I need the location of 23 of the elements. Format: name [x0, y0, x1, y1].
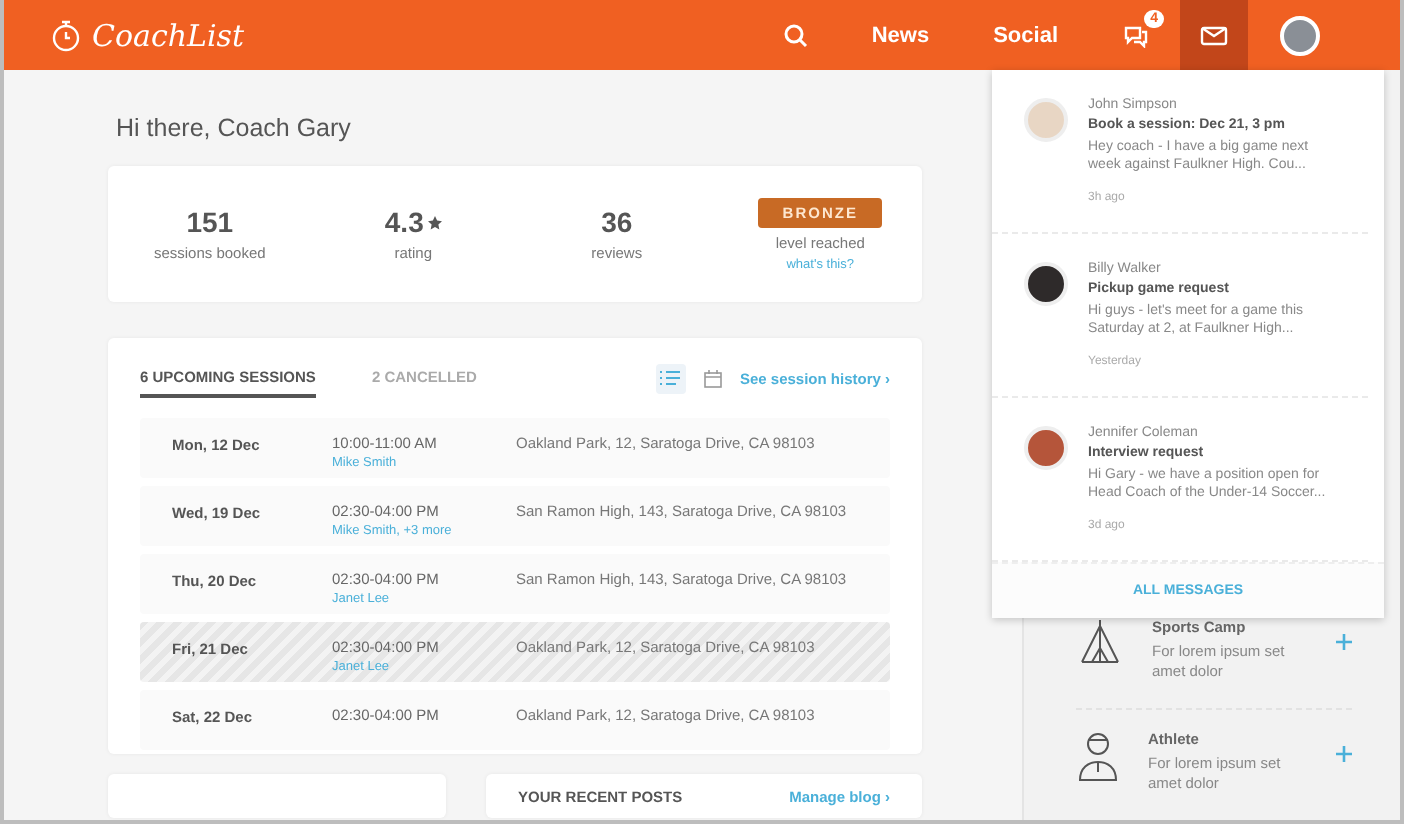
stopwatch-icon [52, 19, 80, 51]
nav-link[interactable]: News [839, 0, 962, 70]
logo[interactable]: CoachList [92, 17, 244, 53]
plus-icon [1336, 746, 1352, 762]
stat-value: 151 [186, 206, 234, 238]
mail-icon [1200, 25, 1228, 45]
list-icon [660, 370, 681, 386]
stat-value: 4.3 [384, 206, 424, 238]
messages-button[interactable] [1180, 0, 1248, 70]
person-icon [1076, 730, 1120, 782]
add-button[interactable] [1336, 634, 1352, 650]
list-view-button[interactable] [655, 363, 686, 393]
star-icon [427, 215, 442, 229]
calendar-icon [703, 369, 722, 387]
add-button[interactable] [1336, 746, 1352, 762]
plus-icon [1336, 634, 1352, 650]
stat-value: 36 [601, 206, 633, 238]
avatar [1280, 15, 1320, 55]
chat-bubbles-icon [1122, 23, 1148, 47]
greeting: Hi there, Coach Gary [116, 114, 353, 142]
nav-link[interactable]: Social [961, 0, 1090, 70]
search-icon [783, 23, 808, 47]
tent-icon [1076, 618, 1124, 666]
